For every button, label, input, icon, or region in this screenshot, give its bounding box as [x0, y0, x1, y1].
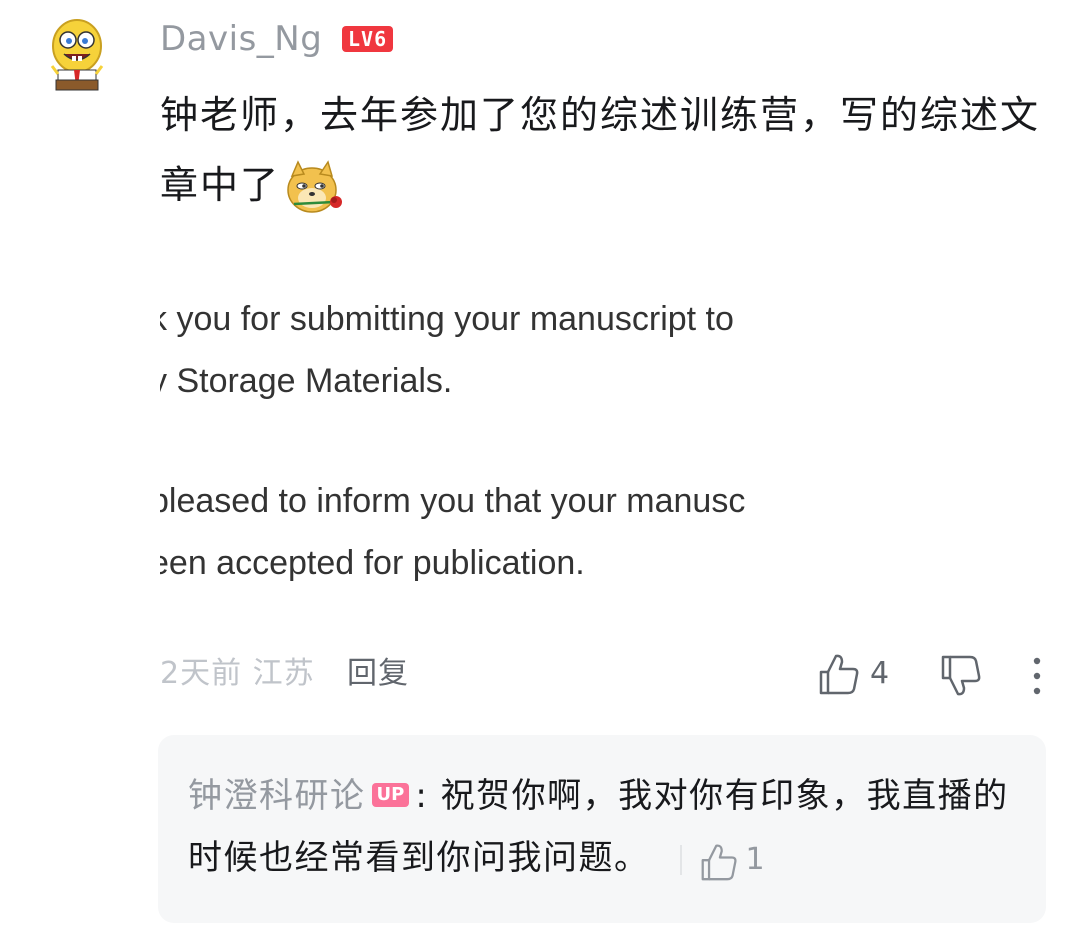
doge-rose-emoji-icon [284, 158, 344, 218]
level-badge: LV6 [342, 26, 394, 52]
screenshot-line: een accepted for publication. [160, 544, 585, 582]
screenshot-line: k you for submitting your manuscript to [160, 300, 734, 338]
thumbs-down-icon [941, 655, 981, 696]
more-vertical-icon [1033, 657, 1041, 695]
screenshot-line: y Storage Materials. [160, 362, 453, 400]
reply-like-count: 1 [745, 841, 767, 877]
avatar[interactable] [44, 16, 110, 100]
thumbs-up-icon [819, 654, 859, 695]
reply-separator: : [415, 776, 429, 816]
thumbs-up-icon [701, 843, 737, 880]
username[interactable]: Davis_Ng [160, 18, 322, 60]
reply-button[interactable]: 回复 [347, 654, 409, 694]
reply-preview-box[interactable]: 钟澄科研论 UP: 祝贺你啊，我对你有印象，我直播的时候也经常看到你问我问题。 1 [158, 735, 1046, 923]
time-location: 2天前 江苏 [160, 656, 315, 691]
reply-author[interactable]: 钟澄科研论 [188, 776, 366, 816]
up-badge: UP [371, 782, 410, 807]
divider [679, 844, 682, 875]
reply-like-button[interactable] [700, 840, 738, 880]
screenshot-line: pleased to inform you that your manusc [160, 482, 746, 520]
dislike-button[interactable] [940, 654, 982, 698]
reply-content: 钟澄科研论 UP: 祝贺你啊，我对你有印象，我直播的时候也经常看到你问我问题。 1 [188, 765, 1028, 891]
like-button[interactable] [818, 652, 860, 696]
more-options-button[interactable] [1026, 656, 1048, 696]
spongebob-avatar-icon [50, 19, 104, 91]
comment-text: 钟老师，去年参加了您的综述训练营，写的综述文章中了 [160, 80, 1050, 220]
like-count: 4 [870, 656, 890, 691]
attached-screenshot[interactable]: k you for submitting your manuscript to … [160, 290, 920, 600]
